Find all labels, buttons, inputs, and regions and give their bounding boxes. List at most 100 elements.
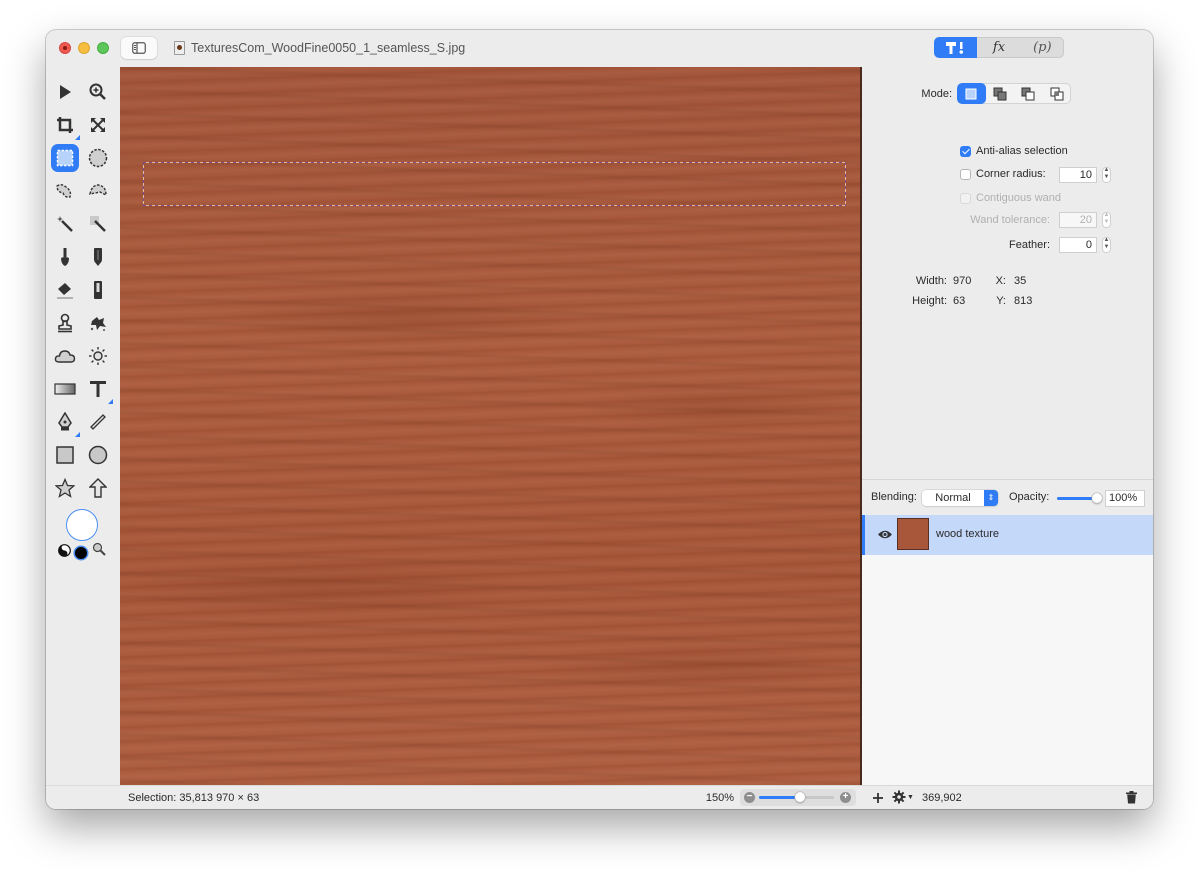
text-icon xyxy=(90,381,106,397)
swap-colors-icon[interactable] xyxy=(58,544,71,557)
color-wand-tool[interactable] xyxy=(85,211,111,237)
zoom-level: 150% xyxy=(705,792,734,804)
pencil-tool[interactable] xyxy=(85,244,111,270)
y-label: Y: xyxy=(996,295,1006,307)
magic-wand-tool[interactable] xyxy=(52,211,78,237)
brush-tool[interactable] xyxy=(52,244,78,270)
height-value: 63 xyxy=(953,295,966,307)
zoom-tool[interactable] xyxy=(85,79,111,105)
stroke-color-well[interactable] xyxy=(75,547,87,559)
zoom-out-button[interactable]: − xyxy=(744,792,755,803)
y-value: 813 xyxy=(1014,295,1033,307)
layer-row[interactable]: wood texture xyxy=(862,515,1153,555)
corner-radius-checkbox[interactable] xyxy=(960,169,971,180)
close-window-button[interactable] xyxy=(59,42,71,54)
zoom-in-button[interactable]: + xyxy=(840,792,851,803)
trash-icon[interactable] xyxy=(1126,791,1137,804)
tools-icon xyxy=(945,41,963,54)
zoom-slider-knob[interactable] xyxy=(795,792,806,802)
layers-list: wood texture xyxy=(862,515,1153,785)
feather-field[interactable]: 0 xyxy=(1059,237,1097,253)
polygon-lasso-tool[interactable] xyxy=(85,178,111,204)
add-layer-icon[interactable] xyxy=(872,792,884,804)
chevron-up-down-icon: ⇕ xyxy=(984,490,998,506)
line-icon xyxy=(90,414,106,430)
contiguous-wand-checkbox[interactable] xyxy=(960,193,971,204)
image-file-icon xyxy=(174,41,185,55)
fill-color-well[interactable] xyxy=(66,509,98,541)
ellipse-selection-icon xyxy=(88,148,108,168)
opacity-slider-fill xyxy=(1057,497,1097,500)
mode-subtract-selection[interactable] xyxy=(1014,83,1043,104)
clone-stamp-tool[interactable] xyxy=(52,310,78,336)
intersect-selection-icon xyxy=(1050,87,1064,100)
contiguous-wand-label: Contiguous wand xyxy=(976,192,1062,204)
layer-actions-menu[interactable]: ▼ xyxy=(892,790,914,804)
eraser-tool[interactable] xyxy=(52,277,78,303)
feather-stepper[interactable]: ▲ ▼ xyxy=(1102,237,1111,253)
ellipse-select-tool[interactable] xyxy=(85,145,111,171)
tab-presets[interactable]: (p) xyxy=(1021,37,1064,58)
submenu-indicator xyxy=(75,135,80,140)
wand-tolerance-stepper[interactable]: ▲ ▼ xyxy=(1102,212,1111,228)
feather-label: Feather: xyxy=(1009,239,1050,251)
blending-select[interactable]: Normal ⇕ xyxy=(922,490,998,506)
cloud-icon xyxy=(54,350,76,363)
arrow-shape-tool[interactable] xyxy=(85,475,111,501)
anti-alias-checkbox[interactable] xyxy=(960,146,971,157)
mode-add-selection[interactable] xyxy=(986,83,1015,104)
layers-toolbar: Blending: Normal ⇕ Opacity: 100% xyxy=(862,479,1153,516)
submenu-indicator xyxy=(108,399,113,404)
presets-icon: (p) xyxy=(1033,40,1052,55)
transform-tool[interactable] xyxy=(85,112,111,138)
gradient-tool[interactable] xyxy=(52,376,78,402)
corner-radius-field[interactable]: 10 xyxy=(1059,167,1097,183)
wand-tolerance-field[interactable]: 20 xyxy=(1059,212,1097,228)
zoom-slider[interactable] xyxy=(759,792,834,802)
line-tool[interactable] xyxy=(85,409,111,435)
fill-tool[interactable] xyxy=(85,277,111,303)
image-canvas[interactable] xyxy=(120,67,862,785)
square-icon xyxy=(56,446,74,464)
selection-mode-control xyxy=(957,83,1071,104)
tab-tools[interactable] xyxy=(934,37,978,58)
zoom-slider-fill xyxy=(759,796,801,799)
color-picker-magnifier-icon[interactable] xyxy=(92,542,106,556)
effects-icon: fx xyxy=(992,40,1006,55)
opacity-slider[interactable] xyxy=(1057,493,1102,503)
lasso-tool[interactable] xyxy=(52,178,78,204)
paintbrush-icon xyxy=(61,248,69,266)
corner-radius-stepper[interactable]: ▲ ▼ xyxy=(1102,167,1111,183)
eye-visibility-icon[interactable] xyxy=(877,529,893,540)
ellipse-shape-tool[interactable] xyxy=(85,442,111,468)
pen-nib-icon xyxy=(58,412,72,431)
opacity-field[interactable]: 100% xyxy=(1105,490,1145,507)
mode-intersect-selection[interactable] xyxy=(1043,83,1072,104)
blending-value: Normal xyxy=(935,492,971,504)
light-tool[interactable] xyxy=(85,343,111,369)
arrow-tool[interactable] xyxy=(52,79,78,105)
anti-alias-label: Anti-alias selection xyxy=(976,145,1068,157)
star-tool[interactable] xyxy=(52,475,78,501)
pen-tool[interactable] xyxy=(52,409,80,437)
document-title: TexturesCom_WoodFine0050_1_seamless_S.jp… xyxy=(174,41,465,55)
zoom-window-button[interactable] xyxy=(97,42,109,54)
rectangle-shape-tool[interactable] xyxy=(52,442,78,468)
opacity-slider-knob[interactable] xyxy=(1092,493,1102,503)
cloud-tool[interactable] xyxy=(52,343,78,369)
rectangle-selection-icon xyxy=(56,149,74,167)
rectangle-select-tool[interactable] xyxy=(51,144,79,172)
text-tool[interactable] xyxy=(85,376,113,404)
smudge-tool[interactable] xyxy=(85,310,111,336)
up-arrow-icon xyxy=(89,478,107,498)
x-label: X: xyxy=(995,275,1006,287)
minimize-window-button[interactable] xyxy=(78,42,90,54)
expand-arrows-icon xyxy=(91,118,105,132)
mode-label: Mode: xyxy=(921,88,952,100)
document-title-text: TexturesCom_WoodFine0050_1_seamless_S.jp… xyxy=(191,41,466,55)
sidebar-toggle-button[interactable] xyxy=(121,37,157,59)
rectangle-selection-marquee[interactable] xyxy=(143,162,846,206)
mode-new-selection[interactable] xyxy=(957,83,986,104)
tab-effects[interactable]: fx xyxy=(977,37,1020,58)
crop-tool[interactable] xyxy=(52,112,80,140)
